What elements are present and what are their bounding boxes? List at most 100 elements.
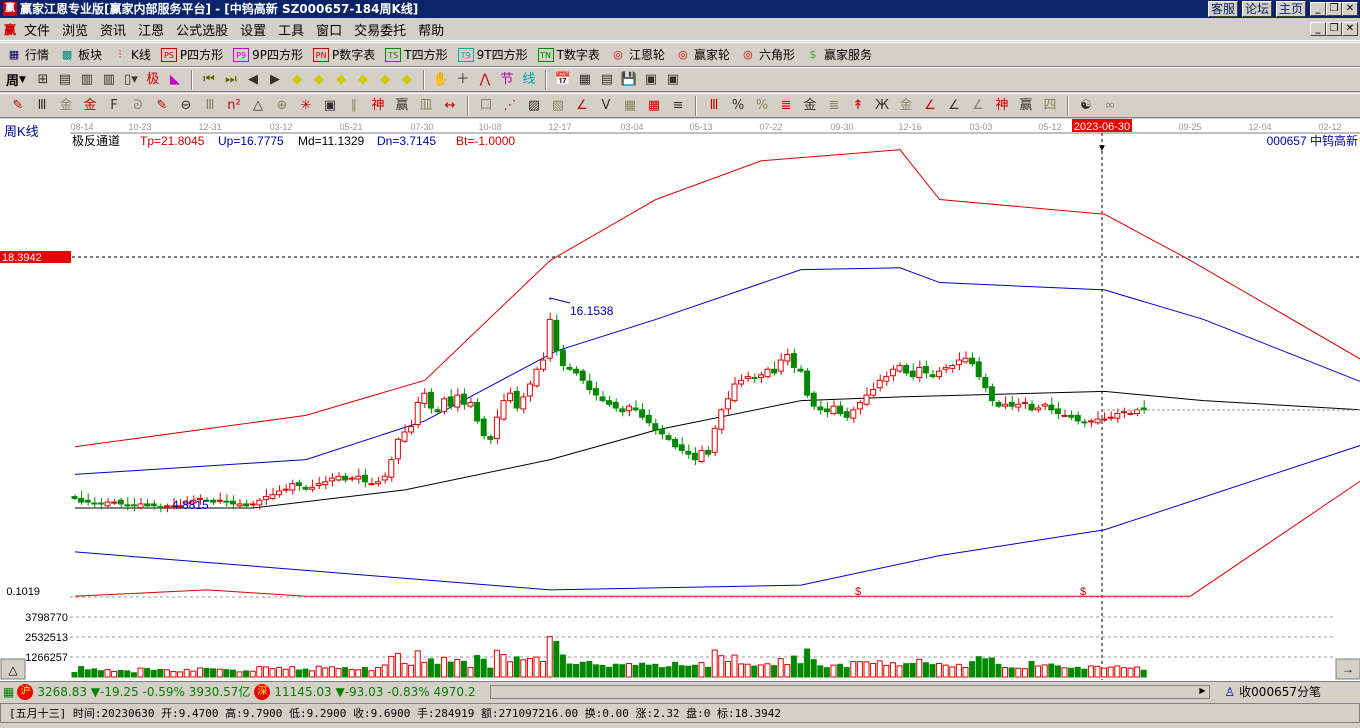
draw-tool-5-icon[interactable]: ᘐ [126, 96, 150, 116]
link-home[interactable]: 主页 [1276, 1, 1307, 17]
toolbar-item-4[interactable]: P9 9P四方形 [233, 46, 303, 63]
draw-tool-30-icon[interactable]: Ⅲ [702, 96, 726, 116]
menu-help[interactable]: 帮助 [412, 20, 450, 39]
draw-tool-36-icon[interactable]: ↟ [846, 96, 870, 116]
toolbar-item-8[interactable]: TN T数字表 [537, 46, 600, 63]
link-support[interactable]: 客服 [1208, 1, 1239, 17]
candle-type-icon[interactable]: ▯▾ [120, 70, 142, 90]
hand-icon[interactable]: ✋ [430, 70, 452, 90]
menu-settings[interactable]: 设置 [234, 20, 272, 39]
draw-tool-2-icon[interactable]: 金 [54, 96, 78, 116]
gann-icon[interactable]: ⊞ [32, 70, 54, 90]
draw-tool-35-icon[interactable]: ≣ [822, 96, 846, 116]
draw-tool-20-icon[interactable]: 口 [474, 96, 498, 116]
draw-tool-10-icon[interactable]: △ [246, 96, 270, 116]
calendar-icon[interactable]: 📅 [552, 70, 574, 90]
draw-tool-11-icon[interactable]: ⊕ [270, 96, 294, 116]
draw-tool-17-icon[interactable]: 皿 [414, 96, 438, 116]
restore-button[interactable]: ❐ [1326, 2, 1342, 16]
first-icon[interactable]: ⏮ [198, 70, 220, 90]
draw-tool-31-icon[interactable]: % [726, 96, 750, 116]
draw-tool-43-icon[interactable]: 赢 [1014, 96, 1038, 116]
left-icon[interactable]: ◀ [242, 70, 264, 90]
zoom-in-icon[interactable]: ◆ [374, 70, 396, 90]
tick-detail-label[interactable]: 收000657分笔 [1239, 683, 1321, 700]
ticker-scrollbar[interactable]: ▶ [490, 684, 1211, 699]
bar9-icon[interactable]: ▥ [98, 70, 120, 90]
draw-tool-3-icon[interactable]: 金 [78, 96, 102, 116]
wave-icon[interactable]: ⋀ [474, 70, 496, 90]
close-button[interactable]: ✕ [1342, 2, 1358, 16]
draw-tool-22-icon[interactable]: ▨ [522, 96, 546, 116]
draw-tool-33-icon[interactable]: ≣ [774, 96, 798, 116]
bar3-icon[interactable]: ▥ [76, 70, 98, 90]
draw-tool-23-icon[interactable]: ▧ [546, 96, 570, 116]
right-icon[interactable]: ▶ [264, 70, 286, 90]
flag-icon[interactable]: ◣ [164, 70, 186, 90]
draw-tool-25-icon[interactable]: V [594, 96, 618, 116]
draw-tool-24-icon[interactable]: ∠ [570, 96, 594, 116]
draw-tool-15-icon[interactable]: 神 [366, 96, 390, 116]
shrink-icon[interactable]: ◆ [352, 70, 374, 90]
notes-icon[interactable]: ▤ [596, 70, 618, 90]
menu-gann[interactable]: 江恩 [132, 20, 170, 39]
draw-tool-47-icon[interactable]: ∞ [1098, 96, 1122, 116]
calc-icon[interactable]: ▦ [3, 685, 14, 699]
mdi-restore-button[interactable]: ❐ [1326, 22, 1342, 36]
draw-tool-26-icon[interactable]: ▦ [618, 96, 642, 116]
toolbar-item-1[interactable]: ▩ 板块 [59, 46, 102, 63]
zoom-right-icon[interactable]: ◆ [308, 70, 330, 90]
menu-window[interactable]: 窗口 [310, 20, 348, 39]
zoom-left-icon[interactable]: ◆ [286, 70, 308, 90]
draw-tool-39-icon[interactable]: ∠ [918, 96, 942, 116]
mdi-close-button[interactable]: ✕ [1342, 22, 1358, 36]
network-icon[interactable]: ▣ [662, 70, 684, 90]
toolbar-item-6[interactable]: TS T四方形 [385, 46, 448, 63]
draw-tool-0-icon[interactable]: ✎ [6, 96, 30, 116]
toolbar-item-11[interactable]: ◎ 六角形 [740, 46, 795, 63]
draw-tool-34-icon[interactable]: 金 [798, 96, 822, 116]
draw-tool-28-icon[interactable]: ≡ [666, 96, 690, 116]
draw-tool-9-icon[interactable]: n² [222, 96, 246, 116]
draw-tool-4-icon[interactable]: F [102, 96, 126, 116]
draw-tool-16-icon[interactable]: 赢 [390, 96, 414, 116]
toolbar-item-9[interactable]: ◎ 江恩轮 [610, 46, 665, 63]
draw-tool-6-icon[interactable]: ✎ [150, 96, 174, 116]
link-forum[interactable]: 论坛 [1242, 1, 1273, 17]
draw-tool-18-icon[interactable]: ↔ [438, 96, 462, 116]
zoom-out-icon[interactable]: ◆ [396, 70, 418, 90]
menu-formula[interactable]: 公式选股 [170, 20, 234, 39]
toolbar-item-0[interactable]: ▦ 行情 [6, 46, 49, 63]
draw-tool-41-icon[interactable]: ∠ [966, 96, 990, 116]
extreme-icon[interactable]: 极 [142, 70, 164, 90]
series-icon[interactable]: 线 [518, 70, 540, 90]
draw-tool-21-icon[interactable]: ⋰ [498, 96, 522, 116]
festival-icon[interactable]: 节 [496, 70, 518, 90]
calculator-icon[interactable]: ▦ [574, 70, 596, 90]
mdi-minimize-button[interactable]: _ [1310, 22, 1326, 36]
menu-tools[interactable]: 工具 [272, 20, 310, 39]
draw-tool-7-icon[interactable]: ⊖ [174, 96, 198, 116]
toolbar-item-2[interactable]: ⫶ K线 [112, 46, 151, 63]
kline-chart[interactable]: 08-14 10-23 12-31 03-12 05-21 07-30 10-08 12-17… [0, 119, 1360, 681]
draw-tool-42-icon[interactable]: 神 [990, 96, 1014, 116]
expand-icon[interactable]: ◆ [330, 70, 352, 90]
draw-tool-8-icon[interactable]: Ⅲ [198, 96, 222, 116]
draw-tool-13-icon[interactable]: ▣ [318, 96, 342, 116]
toolbar-item-5[interactable]: PN P数字表 [313, 46, 375, 63]
menu-file[interactable]: 文件 [18, 20, 56, 39]
draw-tool-32-icon[interactable]: % [750, 96, 774, 116]
draw-tool-38-icon[interactable]: 金 [894, 96, 918, 116]
toolbar-item-10[interactable]: ◎ 赢家轮 [675, 46, 730, 63]
toolbar-item-12[interactable]: $ 赢家服务 [805, 46, 872, 63]
period-select[interactable]: 周 [6, 70, 19, 89]
self-icon[interactable]: ▤ [54, 70, 76, 90]
toolbar-item-7[interactable]: T9 9T四方形 [457, 46, 528, 63]
draw-tool-27-icon[interactable]: ▦ [642, 96, 666, 116]
draw-tool-40-icon[interactable]: ∠ [942, 96, 966, 116]
save-icon[interactable]: 💾 [618, 70, 640, 90]
menu-browse[interactable]: 浏览 [56, 20, 94, 39]
minimize-button[interactable]: _ [1310, 2, 1326, 16]
last-icon[interactable]: ⏭ [220, 70, 242, 90]
menu-trade[interactable]: 交易委托 [348, 20, 412, 39]
